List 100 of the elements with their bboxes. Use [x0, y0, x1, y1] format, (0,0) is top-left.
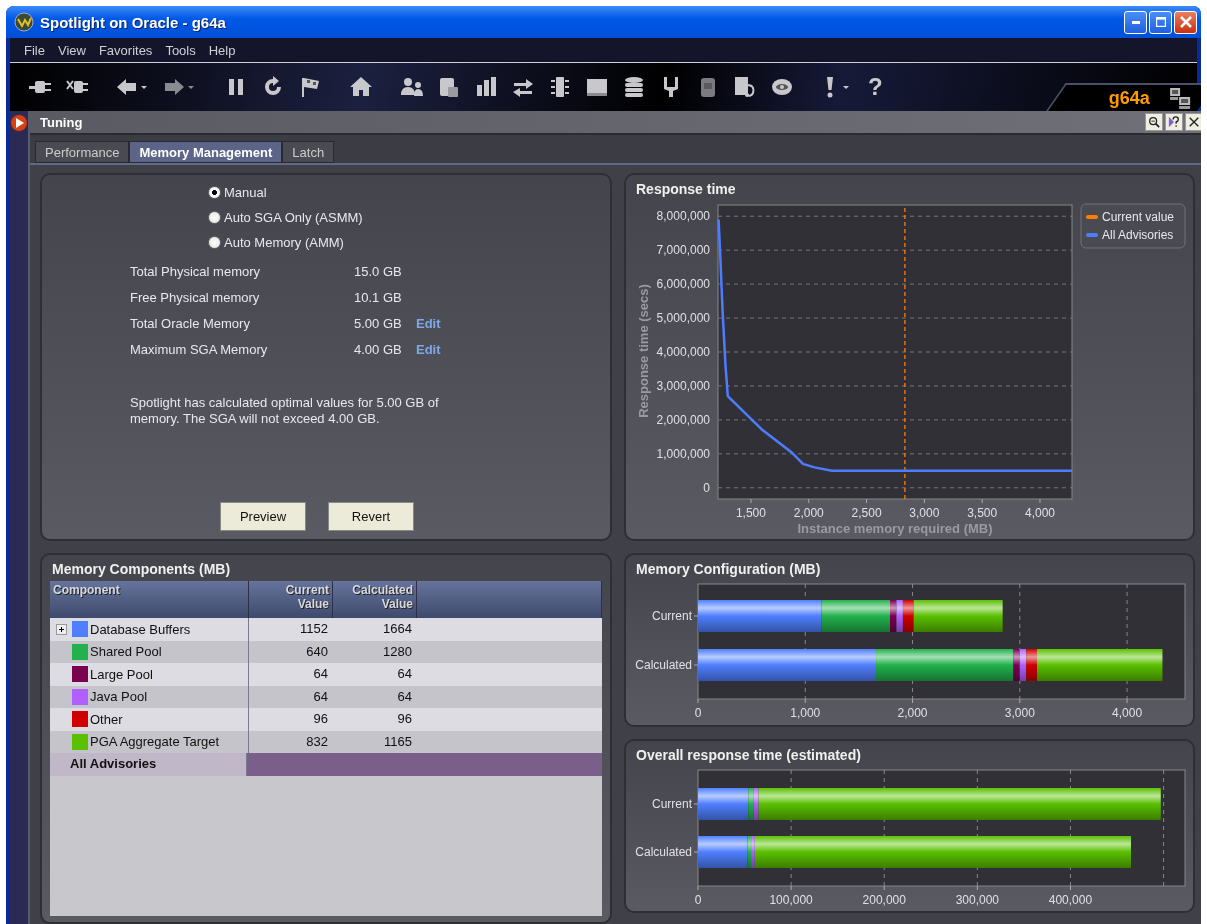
table-cell-text: 64 [396, 687, 413, 706]
x-tick-label: 2,000 [793, 506, 824, 520]
play-circle-icon[interactable] [10, 114, 28, 132]
table-cell-text: 832 [305, 732, 329, 751]
home-icon[interactable] [349, 75, 373, 99]
connection-tab[interactable]: g64a [1046, 83, 1201, 111]
x-tick-label: 2,500 [851, 506, 882, 520]
y-tick-label: 0 [703, 480, 710, 495]
close-button[interactable] [1174, 10, 1197, 34]
stethoscope-document-icon[interactable] [733, 75, 757, 99]
table-cell: All Advisories [50, 753, 247, 776]
database-icon[interactable] [622, 75, 646, 99]
table-cell: Database Buffers [90, 621, 191, 637]
y-tick-label: 2,000,000 [656, 412, 710, 427]
expand-icon[interactable] [55, 623, 67, 635]
chart-title: Overall response time (estimated) [636, 747, 862, 763]
action-button[interactable]: Revert [328, 502, 414, 531]
network-computers-icon [1168, 86, 1193, 110]
x-tick-label: 0 [694, 893, 702, 907]
x-tick-label: 300,000 [955, 893, 1000, 907]
category-label: Calculated [635, 658, 692, 672]
info-label: Maximum SGA Memory [130, 342, 269, 357]
close-icon [1179, 16, 1192, 28]
minimize-icon [1131, 20, 1140, 24]
x-tick-label: 4,000 [1112, 706, 1143, 720]
table-cell: Other [90, 711, 123, 727]
menu-item[interactable]: Favorites [98, 42, 153, 58]
table-cell-text: 640 [305, 642, 329, 661]
info-value: 10.1 GB [354, 290, 403, 305]
radio-label[interactable]: Auto Memory (AMM) [224, 235, 344, 250]
table-cell-text: 1664 [382, 620, 413, 638]
table-cell-text: 1165 [383, 732, 413, 751]
panel-title: Tuning [40, 114, 84, 130]
category-label: Current [652, 609, 692, 623]
table-cell-text: 1280 [382, 642, 413, 661]
info-label: Total Physical memory [130, 264, 262, 279]
x-tick-label: 200,000 [862, 893, 906, 907]
table-cell-text: 64 [396, 665, 413, 683]
x-axis-label: Instance memory required (MB) [797, 521, 993, 536]
chip-icon[interactable] [548, 75, 572, 99]
table-cell-text: 64 [312, 665, 329, 683]
y-tick-label: 7,000,000 [656, 243, 710, 258]
chart-title: Memory Configuration (MB) [636, 561, 822, 577]
action-button[interactable]: Preview [220, 502, 306, 531]
maximize-button[interactable] [1149, 10, 1172, 34]
info-value: 5.00 GB [354, 316, 403, 331]
users-icon[interactable] [400, 75, 424, 99]
y-tick-label: 8,000,000 [656, 209, 710, 224]
y-tick-label: 1,000,000 [656, 446, 710, 461]
x-tick-label: 1,500 [735, 506, 766, 520]
table-cell: Java Pool [90, 689, 148, 705]
menu-item[interactable]: Tools [165, 42, 196, 58]
radio-button[interactable] [208, 211, 221, 224]
info-label: Free Physical memory [130, 290, 261, 305]
info-label: Total Oracle Memory [130, 316, 251, 331]
radio-button[interactable] [208, 236, 221, 249]
app-logo-icon [14, 12, 34, 32]
info-value: 15.0 GB [354, 264, 403, 279]
info-value: 4.00 GB [354, 342, 403, 357]
tab[interactable]: Memory Management [129, 141, 283, 163]
menu-item[interactable]: View [57, 42, 86, 58]
table-cell-text: 96 [396, 710, 413, 728]
table-cell-text: 1152 [299, 620, 329, 638]
table-cell-text: 96 [312, 710, 329, 728]
radio-label[interactable]: Manual [224, 185, 267, 200]
window-title: Spotlight on Oracle - g64a [40, 13, 227, 31]
table-cell: Shared Pool [90, 644, 162, 660]
y-axis-label: Response time (secs) [636, 284, 651, 418]
y-tick-label: 3,000,000 [656, 378, 710, 393]
y-tick-label: 6,000,000 [656, 277, 710, 292]
table-cell: PGA Aggregate Target [90, 734, 220, 750]
menu-item[interactable]: File [24, 42, 45, 58]
radio-button[interactable] [208, 186, 221, 199]
bar-chart-icon[interactable] [474, 75, 498, 99]
x-tick-label: 1,000 [790, 706, 821, 720]
x-tick-label: 3,000 [909, 506, 940, 520]
legend-label: All Advisories [1102, 228, 1174, 242]
tab[interactable]: Performance [35, 141, 130, 163]
table-cell-text: 64 [312, 687, 329, 706]
menu-item[interactable]: Help [208, 42, 236, 58]
help-button[interactable] [1165, 113, 1183, 131]
x-tick-label: 0 [694, 706, 702, 720]
radio-label[interactable]: Auto SGA Only (ASMM) [224, 210, 363, 225]
close-panel-button[interactable] [1185, 113, 1201, 131]
zoom-button[interactable] [1145, 113, 1163, 131]
x-tick-label: 3,500 [967, 506, 998, 520]
category-label: Calculated [635, 845, 692, 859]
y-tick-label: 4,000,000 [656, 345, 710, 359]
document-icon[interactable] [437, 75, 461, 99]
x-tick-label: 4,000 [1024, 506, 1055, 520]
chart-title: Response time [636, 181, 737, 197]
help-glyph[interactable]: ? [868, 73, 883, 101]
legend-label: Current value [1102, 210, 1175, 224]
panel-heading: Memory Components (MB) [52, 561, 232, 577]
category-label: Current [652, 797, 692, 811]
legend-swatch [1086, 233, 1098, 237]
connection-name: g64a [1109, 87, 1151, 109]
tab[interactable]: Latch [282, 141, 335, 163]
minimize-button[interactable] [1124, 10, 1147, 34]
y-tick-label: 5,000,000 [656, 311, 710, 326]
